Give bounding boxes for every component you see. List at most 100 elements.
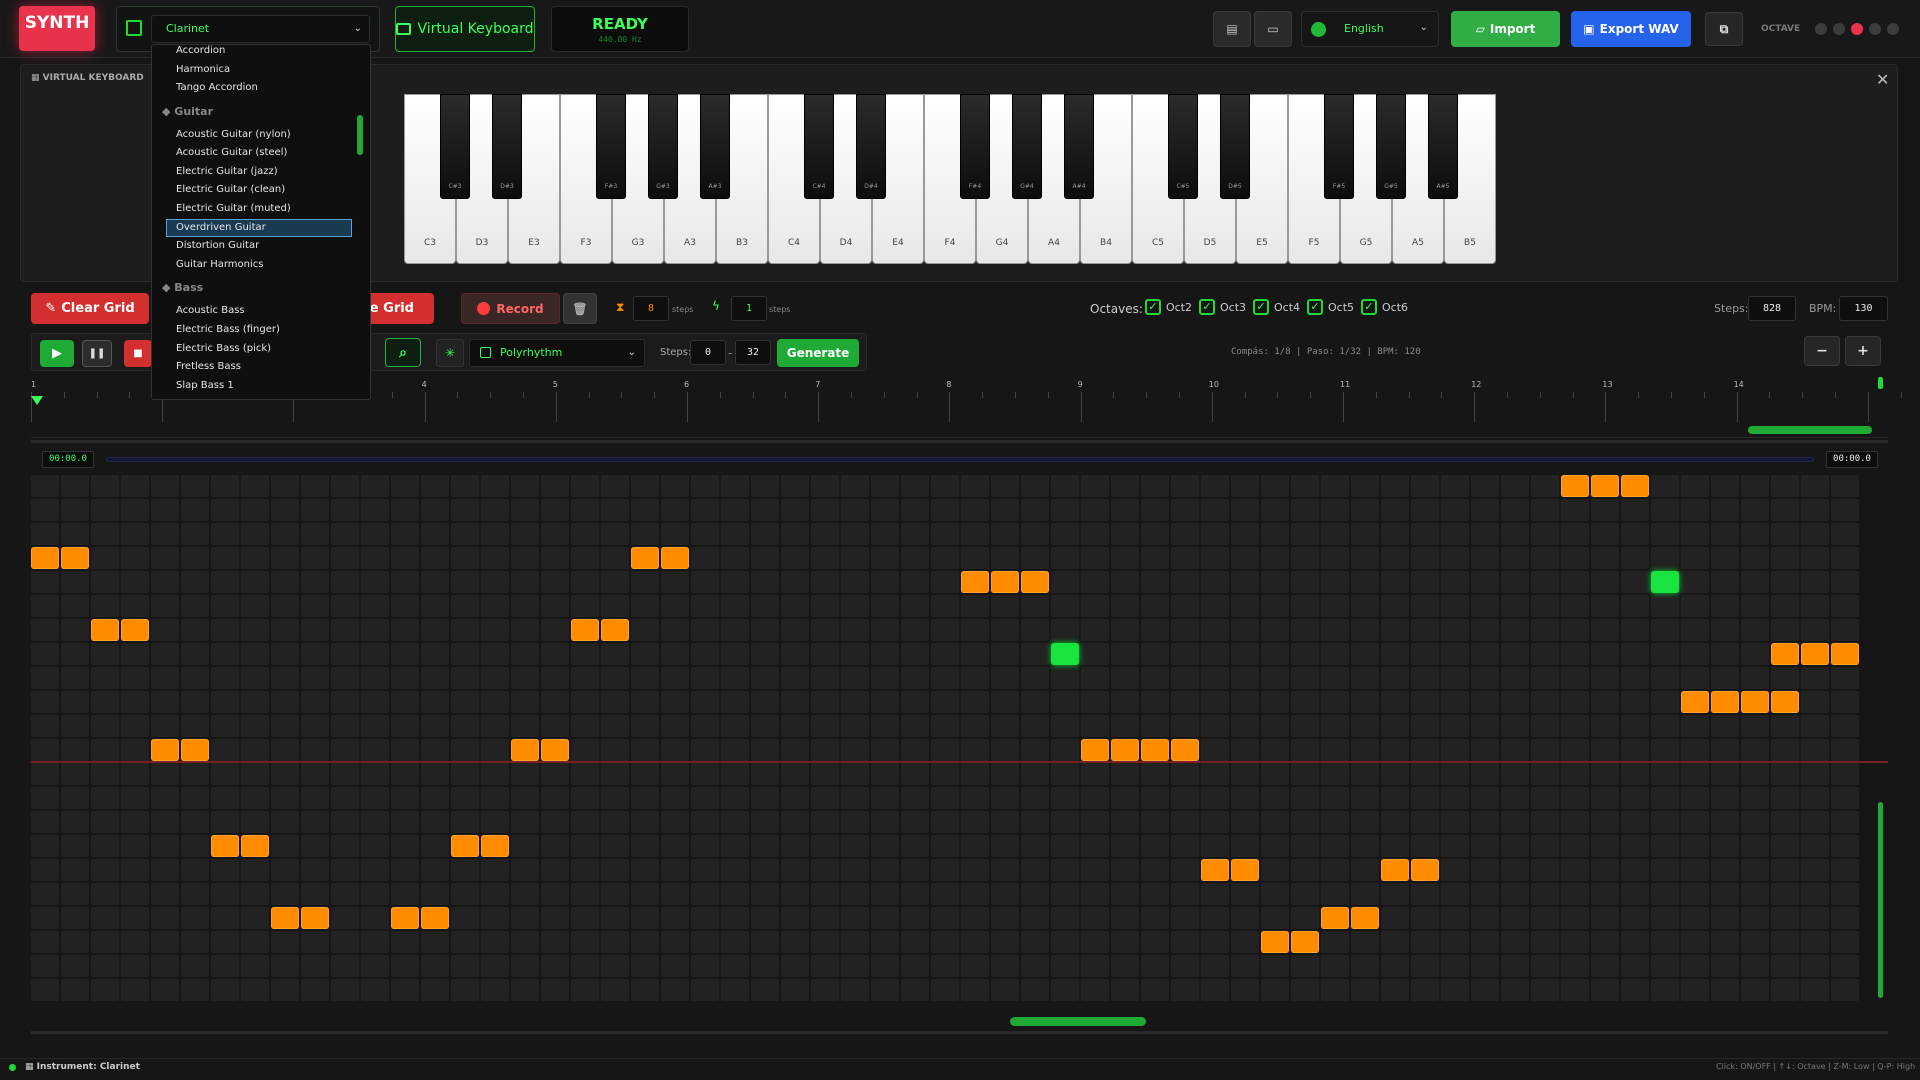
grid-cell[interactable] (1021, 499, 1049, 521)
grid-cell[interactable] (1381, 475, 1409, 497)
grid-cell[interactable] (241, 883, 269, 905)
grid-cell[interactable] (841, 715, 869, 737)
grid-cell[interactable] (751, 979, 779, 1001)
grid-cell[interactable] (661, 595, 689, 617)
grid-cell[interactable] (571, 931, 599, 953)
grid-cell[interactable] (331, 787, 359, 809)
grid-cell[interactable] (631, 499, 659, 521)
grid-cell[interactable] (391, 715, 419, 737)
grid-cell[interactable] (1141, 643, 1169, 665)
grid-cell[interactable] (301, 859, 329, 881)
grid-cell[interactable] (1621, 643, 1649, 665)
grid-cell[interactable] (961, 787, 989, 809)
note-cell[interactable] (1261, 931, 1289, 953)
grid-cell[interactable] (901, 811, 929, 833)
grid-cell[interactable] (871, 859, 899, 881)
grid-cell[interactable] (1081, 499, 1109, 521)
grid-cell[interactable] (931, 907, 959, 929)
grid-cell[interactable] (781, 787, 809, 809)
grid-cell[interactable] (301, 691, 329, 713)
grid-cell[interactable] (961, 667, 989, 689)
grid-cell[interactable] (241, 907, 269, 929)
grid-cell[interactable] (1621, 595, 1649, 617)
grid-cell[interactable] (181, 763, 209, 785)
note-cell[interactable] (1141, 739, 1169, 761)
grid-cell[interactable] (1591, 763, 1619, 785)
grid-cell[interactable] (1831, 955, 1859, 977)
pattern-select[interactable]: Polyrhythm ⌄ (469, 339, 645, 367)
grid-cell[interactable] (1741, 715, 1769, 737)
grid-cell[interactable] (391, 787, 419, 809)
grid-cell[interactable] (421, 547, 449, 569)
grid-cell[interactable] (691, 763, 719, 785)
grid-cell[interactable] (421, 499, 449, 521)
grid-cell[interactable] (91, 859, 119, 881)
grid-cell[interactable] (181, 619, 209, 641)
note-cell[interactable] (541, 739, 569, 761)
grid-cell[interactable] (541, 571, 569, 593)
grid-cell[interactable] (991, 835, 1019, 857)
grid-cell[interactable] (1291, 547, 1319, 569)
grid-cell[interactable] (571, 787, 599, 809)
grid-cell[interactable] (841, 835, 869, 857)
dropdown-option[interactable]: Electric Guitar (muted) (176, 203, 291, 214)
grid-cell[interactable] (1231, 907, 1259, 929)
grid-cell[interactable] (781, 835, 809, 857)
grid-cell[interactable] (1711, 739, 1739, 761)
dropdown-option[interactable]: Accordion (176, 45, 225, 56)
grid-cell[interactable] (961, 547, 989, 569)
grid-cell[interactable] (451, 883, 479, 905)
grid-cell[interactable] (1231, 715, 1259, 737)
grid-cell[interactable] (511, 979, 539, 1001)
grid-cell[interactable] (1141, 931, 1169, 953)
grid-cell[interactable] (691, 739, 719, 761)
grid-cell[interactable] (361, 835, 389, 857)
grid-cell[interactable] (1291, 979, 1319, 1001)
grid-cell[interactable] (271, 667, 299, 689)
grid-cell[interactable] (151, 763, 179, 785)
dropdown-option[interactable]: Fretless Bass (176, 361, 241, 372)
grid-cell[interactable] (1051, 571, 1079, 593)
grid-cell[interactable] (1261, 811, 1289, 833)
grid-cell[interactable] (151, 907, 179, 929)
grid-cell[interactable] (301, 499, 329, 521)
grid-cell[interactable] (781, 547, 809, 569)
grid-cell[interactable] (1441, 859, 1469, 881)
grid-cell[interactable] (1741, 883, 1769, 905)
grid-cell[interactable] (1351, 859, 1379, 881)
grid-cell[interactable] (631, 595, 659, 617)
grid-cell[interactable] (211, 907, 239, 929)
grid-cell[interactable] (391, 475, 419, 497)
grid-cell[interactable] (1381, 691, 1409, 713)
clear-grid-button[interactable]: ✎ Clear Grid (31, 293, 149, 324)
grid-cell[interactable] (901, 595, 929, 617)
grid-cell[interactable] (661, 763, 689, 785)
grid-cell[interactable] (721, 835, 749, 857)
grid-cell[interactable] (1531, 571, 1559, 593)
grid-cell[interactable] (991, 691, 1019, 713)
resize-handle[interactable] (31, 440, 1888, 443)
grid-cell[interactable] (451, 643, 479, 665)
grid-cell[interactable] (1231, 763, 1259, 785)
grid-cell[interactable] (721, 547, 749, 569)
grid-cell[interactable] (91, 931, 119, 953)
grid-cell[interactable] (1381, 499, 1409, 521)
grid-cell[interactable] (301, 763, 329, 785)
import-button[interactable]: ▱ Import (1451, 11, 1560, 47)
grid-cell[interactable] (901, 955, 929, 977)
grid-cell[interactable] (91, 787, 119, 809)
grid-cell[interactable] (61, 979, 89, 1001)
grid-cell[interactable] (481, 739, 509, 761)
grid-cell[interactable] (1111, 691, 1139, 713)
grid-cell[interactable] (331, 475, 359, 497)
grid-cell[interactable] (1051, 907, 1079, 929)
grid-cell[interactable] (1381, 907, 1409, 929)
grid-cell[interactable] (301, 931, 329, 953)
grid-cell[interactable] (1561, 547, 1589, 569)
grid-cell[interactable] (961, 811, 989, 833)
grid-cell[interactable] (1591, 619, 1619, 641)
note-cell[interactable] (211, 835, 239, 857)
grid-cell[interactable] (1051, 667, 1079, 689)
close-icon[interactable]: ✕ (1876, 70, 1889, 89)
grid-cell[interactable] (901, 571, 929, 593)
